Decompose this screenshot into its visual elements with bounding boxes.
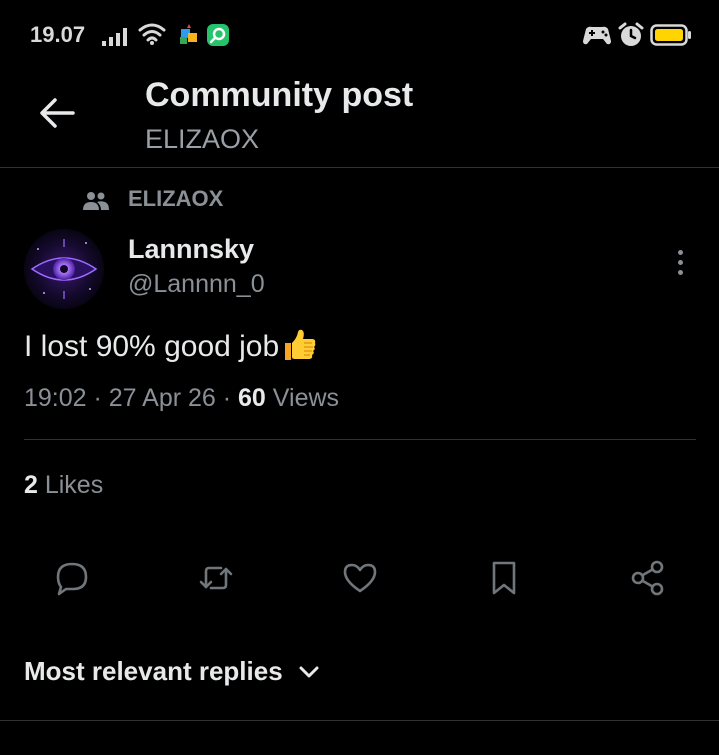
community-icon bbox=[83, 192, 109, 210]
bookmark-icon bbox=[492, 561, 516, 595]
header-divider bbox=[0, 167, 719, 168]
avatar[interactable] bbox=[24, 229, 104, 309]
post-text: I lost 90% good job bbox=[24, 328, 317, 364]
like-button[interactable] bbox=[338, 556, 382, 600]
likes-count: 2 bbox=[24, 471, 38, 499]
meta-separator: · bbox=[215, 384, 239, 412]
signal-icon bbox=[102, 28, 127, 46]
replies-sort-dropdown[interactable]: Most relevant replies bbox=[24, 656, 321, 687]
repost-icon bbox=[199, 566, 233, 590]
views-count[interactable]: 60 bbox=[238, 384, 266, 412]
reply-icon bbox=[56, 562, 88, 596]
chevron-down-icon bbox=[299, 666, 319, 677]
user-handle[interactable]: @Lannnn_0 bbox=[128, 270, 265, 299]
avatar-image bbox=[24, 229, 104, 309]
bottom-divider bbox=[0, 720, 719, 721]
app-icon bbox=[207, 24, 229, 46]
meta-separator: · bbox=[86, 384, 109, 412]
community-name[interactable]: ELIZAOX bbox=[128, 186, 223, 212]
alarm-icon bbox=[618, 22, 644, 46]
likes-label: Likes bbox=[37, 471, 104, 499]
status-time: 19.07 bbox=[30, 22, 86, 47]
game-icon bbox=[583, 26, 611, 45]
status-bar: 19.07 bbox=[0, 0, 719, 72]
more-dot bbox=[677, 259, 683, 265]
page-subtitle[interactable]: ELIZAOX bbox=[145, 124, 259, 155]
more-dot bbox=[677, 249, 683, 255]
bookmark-button[interactable] bbox=[482, 556, 526, 600]
share-icon bbox=[631, 560, 664, 596]
views-label: Views bbox=[265, 384, 340, 412]
thumbs-up-icon bbox=[285, 329, 316, 360]
replies-sort-label: Most relevant replies bbox=[24, 656, 283, 686]
post-text-content: I lost 90% good job bbox=[24, 330, 280, 363]
arrow-left-icon bbox=[40, 98, 75, 128]
post-time: 19:02 bbox=[24, 384, 87, 412]
post-date: 27 Apr 26 bbox=[108, 384, 216, 412]
post-meta: 19:02 · 27 Apr 26 · 60 Views bbox=[24, 384, 339, 413]
wifi-icon bbox=[138, 23, 166, 45]
more-options-button[interactable] bbox=[664, 244, 696, 280]
reply-button[interactable] bbox=[50, 556, 94, 600]
meta-divider bbox=[24, 439, 696, 440]
likes-summary[interactable]: 2 Likes bbox=[24, 471, 103, 500]
page-title: Community post bbox=[145, 76, 414, 114]
display-name[interactable]: Lannnsky bbox=[128, 234, 254, 265]
share-button[interactable] bbox=[626, 556, 670, 600]
app-icon bbox=[180, 24, 197, 44]
heart-icon bbox=[343, 563, 377, 593]
battery-icon bbox=[650, 24, 691, 46]
back-button[interactable] bbox=[34, 90, 80, 136]
more-dot bbox=[677, 269, 683, 275]
repost-button[interactable] bbox=[194, 556, 238, 600]
